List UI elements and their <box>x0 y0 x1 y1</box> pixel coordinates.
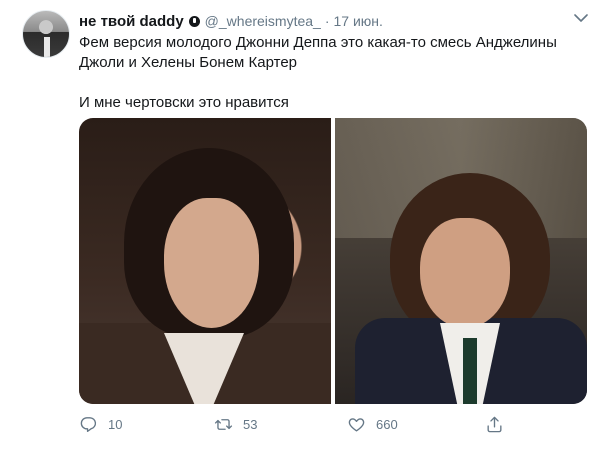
tweet-card[interactable]: не твой daddy @_whereismytea_ · 17 июн. … <box>0 0 603 451</box>
share-button[interactable] <box>485 414 504 434</box>
reply-count: 10 <box>108 416 123 432</box>
tweet-text-line: Фем версия молодого Джонни Деппа это как… <box>79 34 557 71</box>
tweet-media[interactable] <box>79 118 587 404</box>
reply-icon <box>80 416 97 432</box>
chevron-down-icon[interactable] <box>574 13 588 23</box>
photo-face-shape <box>164 198 259 328</box>
share-icon <box>487 416 502 432</box>
verified-badge-icon <box>188 15 200 27</box>
reply-button[interactable]: 10 <box>79 414 122 434</box>
retweet-icon <box>214 418 233 430</box>
retweet-button[interactable]: 53 <box>214 414 257 434</box>
tweet-header: не твой daddy @_whereismytea_ · 17 июн. <box>79 10 383 32</box>
tweet-text-line: И мне чертовски это нравится <box>79 94 289 111</box>
heart-icon <box>348 417 365 432</box>
like-button[interactable]: 660 <box>347 414 398 434</box>
tweet-photo-left[interactable] <box>79 118 331 404</box>
photo-tie-shape <box>463 338 477 404</box>
header-separator: · <box>324 13 330 29</box>
retweet-count: 53 <box>243 416 258 432</box>
photo-face-shape <box>420 218 510 328</box>
avatar-tie <box>44 37 50 57</box>
tweet-photo-right[interactable] <box>335 118 587 404</box>
avatar[interactable] <box>22 10 70 58</box>
tweet-timestamp[interactable]: 17 июн. <box>334 13 383 29</box>
like-count: 660 <box>376 416 398 432</box>
tweet-text: Фем версия молодого Джонни Деппа это как… <box>79 33 584 113</box>
user-handle[interactable]: @_whereismytea_ <box>205 13 321 29</box>
display-name[interactable]: не твой daddy <box>79 13 184 30</box>
tweet-actions: 10 53 660 <box>79 414 519 434</box>
